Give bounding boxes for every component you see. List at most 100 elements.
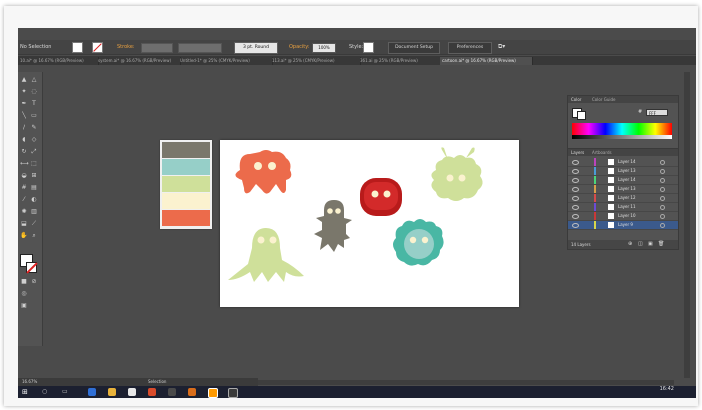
illustrator-taskbar-icon[interactable] [208,388,218,398]
draw-mode-icon[interactable]: ◎ [20,290,28,297]
layer-row[interactable]: Layer 14 [568,176,678,185]
line-tool-icon[interactable]: ╲ [20,112,28,119]
layer-row[interactable]: Layer 14 [568,158,678,167]
color-mode-icon[interactable]: ■ [20,278,28,285]
mesh-tool-icon[interactable]: # [20,184,28,191]
stroke-label[interactable]: Stroke: [117,42,135,52]
orange-monster[interactable] [235,150,292,194]
eraser-tool-icon[interactable]: ◇ [30,136,38,143]
tab-cartoon[interactable]: cartoon.ai* @ 16.67% (RGB/Preview) [440,57,533,65]
color-spectrum[interactable] [572,123,672,135]
variable-width-dropdown[interactable] [178,43,222,53]
layer-target-icon[interactable] [660,178,665,183]
tab-system[interactable]: system.ai* @ 16.67% (RGB/Preview) [96,57,181,65]
layer-row[interactable]: Layer 10 [568,212,678,221]
visibility-eye-icon[interactable] [572,196,579,201]
stroke-swatch[interactable] [92,42,103,53]
visibility-eye-icon[interactable] [572,169,579,174]
brush-definition-dropdown[interactable]: 3 pt. Round [234,42,278,54]
visibility-eye-icon[interactable] [572,160,579,165]
edge-icon[interactable] [88,388,96,396]
free-transform-tool-icon[interactable]: ⬚ [30,160,38,167]
screen-mode-icon[interactable]: ▣ [20,302,28,309]
width-tool-icon[interactable]: ⟷ [20,160,29,167]
app-icon[interactable] [168,388,176,396]
slice-tool-icon[interactable]: ⟋ [30,220,38,227]
layer-target-icon[interactable] [660,160,665,165]
type-tool-icon[interactable]: T [30,100,38,107]
tab-10[interactable]: 10.ai* @ 16.67% (RGB/Preview) [18,57,99,65]
palette-swatch-green[interactable] [162,176,210,192]
layer-row[interactable]: Layer 13 [568,167,678,176]
visibility-eye-icon[interactable] [572,178,579,183]
layer-target-icon[interactable] [660,169,665,174]
locate-object-icon[interactable]: ⊕ [628,240,632,249]
perspective-grid-tool-icon[interactable]: ⊞ [30,172,38,179]
graph-tool-icon[interactable]: ▥ [30,208,38,215]
tab-113[interactable]: 113.ai* @ 25% (CMYK/Preview) [270,57,361,65]
task-view-icon[interactable]: ▭ [62,388,70,396]
grayscale-ramp[interactable] [572,135,672,139]
chrome-icon[interactable] [148,388,156,396]
scale-tool-icon[interactable]: ⤢ [30,148,38,155]
visibility-eye-icon[interactable] [572,187,579,192]
green-ghost-monster[interactable] [228,228,304,282]
tab-color-guide[interactable]: Color Guide [592,96,615,103]
hex-input[interactable]: FFF [646,109,668,116]
pencil-tool-icon[interactable]: ✎ [30,124,38,131]
paintbrush-tool-icon[interactable]: ∕ [20,124,28,131]
symbol-sprayer-tool-icon[interactable]: ✺ [20,208,28,215]
gradient-tool-icon[interactable]: ▤ [30,184,38,191]
layer-row[interactable]: Layer 13 [568,185,678,194]
blend-tool-icon[interactable]: ◐ [30,196,38,203]
visibility-eye-icon[interactable] [572,223,579,228]
stroke-weight-field[interactable] [141,43,173,53]
palette-swatch-cream[interactable] [162,193,210,209]
blob-brush-tool-icon[interactable]: ◖ [20,136,28,143]
new-layer-icon[interactable]: ▣ [648,240,653,249]
file-explorer-icon[interactable] [108,388,116,396]
layer-row[interactable]: Layer 9 [568,221,678,230]
shape-builder-tool-icon[interactable]: ◒ [20,172,28,179]
fill-swatch[interactable] [72,42,83,53]
rectangle-tool-icon[interactable]: ▭ [30,112,38,119]
lasso-tool-icon[interactable]: ◌ [30,88,38,95]
gray-monster[interactable] [314,200,352,252]
preferences-button[interactable]: Preferences [448,42,492,54]
selection-tool-icon[interactable]: ▲ [20,76,28,83]
system-clock[interactable]: 16:42 [660,386,674,392]
none-mode-icon[interactable]: ⊘ [30,278,38,285]
layer-target-icon[interactable] [660,187,665,192]
visibility-eye-icon[interactable] [572,214,579,219]
opacity-field[interactable]: 100% [312,43,336,53]
red-monster[interactable] [360,178,402,216]
windows-start-icon[interactable]: ⊞ [22,388,30,396]
layer-target-icon[interactable] [660,196,665,201]
artboard[interactable] [220,140,519,307]
firefox-icon[interactable] [188,388,196,396]
palette-swatch-gray[interactable] [162,142,210,158]
zoom-tool-icon[interactable]: ⌕ [30,232,38,239]
color-palette-strip[interactable] [160,140,212,229]
search-icon[interactable]: ○ [42,388,50,396]
tab-361[interactable]: 361.ai @ 25% (RGB/Preview) [358,57,443,65]
graphic-style-swatch[interactable] [363,42,374,53]
delete-layer-icon[interactable]: 🗑 [658,240,664,249]
tab-untitled-1[interactable]: Untitled-1* @ 25% (CMYK/Preview) [178,57,273,65]
direct-selection-tool-icon[interactable]: △ [30,76,38,83]
layer-target-icon[interactable] [660,205,665,210]
layer-target-icon[interactable] [660,223,665,228]
make-clipping-mask-icon[interactable]: ◫ [638,240,643,249]
layer-target-icon[interactable] [660,214,665,219]
horizontal-scrollbar[interactable] [234,380,674,385]
tab-layers[interactable]: Layers [571,149,584,156]
document-setup-button[interactable]: Document Setup [388,42,440,54]
tab-artboards[interactable]: Artboards [592,149,612,156]
hand-tool-icon[interactable]: ✋ [20,232,28,239]
panel-stroke-box[interactable] [577,111,586,120]
green-fuzzy-monster[interactable] [431,147,483,201]
layer-row[interactable]: Layer 11 [568,203,678,212]
arrange-documents-icon[interactable]: ⧉▾ [498,42,505,52]
store-icon[interactable] [128,388,136,396]
magic-wand-tool-icon[interactable]: ✦ [20,88,28,95]
